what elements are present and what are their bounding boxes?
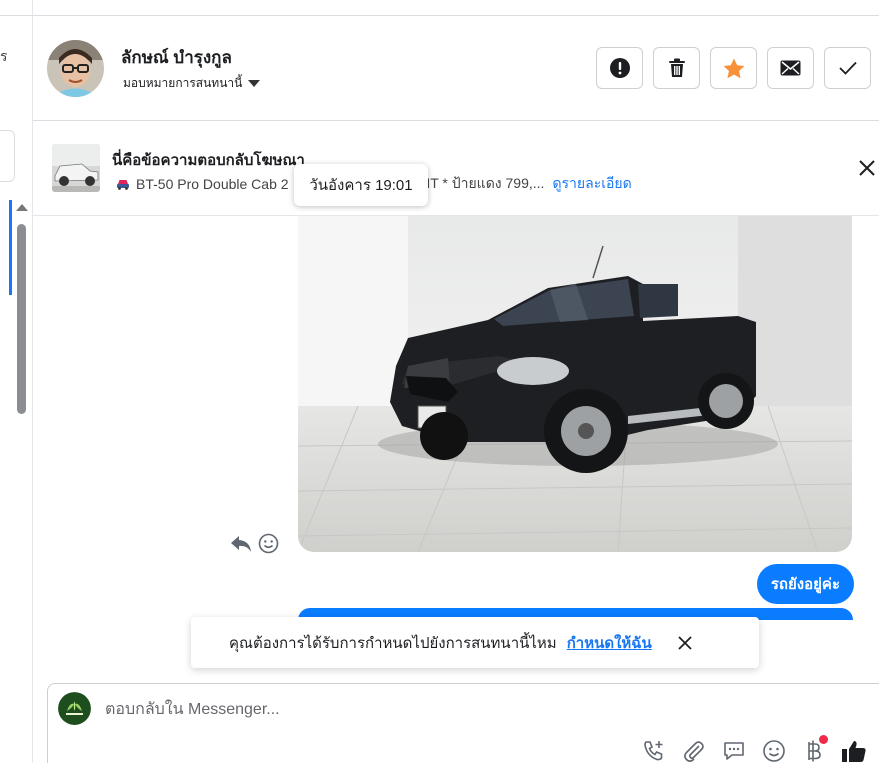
ad-product-name: BT-50 Pro Double Cab 2 (136, 176, 289, 192)
scrollbar-thumb[interactable] (17, 224, 26, 414)
smiley-react-icon[interactable] (258, 533, 279, 554)
ad-reply-title: นี่คือข้อความตอบกลับโฆษณา (112, 152, 305, 169)
phone-plus-icon (644, 741, 663, 761)
conversation-header: ลักษณ์ บำรุงกูล มอบหมายการสนทนานี้ (33, 16, 879, 121)
reply-icon[interactable] (230, 535, 252, 553)
assign-label: มอบหมายการสนทนานี้ (123, 76, 243, 90)
like-button[interactable] (841, 738, 867, 763)
contact-avatar[interactable] (47, 40, 104, 97)
car-icon (117, 180, 129, 190)
ad-thumbnail[interactable] (52, 144, 100, 192)
check-icon (838, 61, 857, 75)
spam-button[interactable] (596, 47, 643, 89)
call-button[interactable] (641, 738, 667, 763)
page-avatar (58, 692, 91, 725)
divider (0, 15, 33, 16)
scrollbar[interactable] (15, 204, 29, 434)
thumbs-up-icon (842, 741, 866, 762)
close-icon (859, 160, 875, 176)
exclamation-icon (609, 58, 630, 78)
caret-down-icon (248, 80, 261, 87)
envelope-icon (780, 60, 801, 76)
saved-replies-button[interactable] (721, 738, 747, 763)
chat-bubble-icon (724, 742, 744, 760)
mark-done-button[interactable] (824, 47, 871, 89)
assign-to-me-link[interactable]: กำหนดให้ฉัน (567, 631, 652, 655)
notification-dot (819, 735, 828, 744)
close-icon (678, 635, 692, 650)
truncated-text: ร (0, 48, 8, 64)
contact-name[interactable]: ลักษณ์ บำรุงกูล (121, 44, 232, 71)
header-actions (596, 47, 871, 89)
emoji-button[interactable] (761, 738, 787, 763)
smiley-icon (763, 740, 785, 762)
attach-button[interactable] (681, 738, 707, 763)
messenger-inbox-window: ร ลักษณ์ บำรุงกูล มอบหมายการสนทนานี้ นี่… (0, 0, 879, 763)
assign-prompt-text: คุณต้องการได้รับการกำหนดไปยังการสนทนานี้… (229, 634, 557, 652)
image-message[interactable] (298, 216, 852, 552)
ad-details-link[interactable]: ดูรายละเอียด (552, 173, 631, 195)
assign-prompt-toast: คุณต้องการได้รับการกำหนดไปยังการสนทนานี้… (191, 617, 759, 668)
conversation-list-item[interactable] (0, 130, 15, 182)
toast-close-button[interactable] (678, 635, 692, 650)
selected-indicator (9, 200, 12, 295)
paperclip-icon (684, 741, 704, 762)
reply-input[interactable] (105, 698, 605, 722)
conversation-panel: ลักษณ์ บำรุงกูล มอบหมายการสนทนานี้ นี่คื… (33, 0, 879, 763)
message-composer (47, 683, 879, 763)
star-button[interactable] (710, 47, 757, 89)
composer-toolbar (641, 735, 867, 763)
sent-message-bubble[interactable]: รถยังอยู่ค่ะ (756, 564, 854, 604)
conversation-list-edge: ร (0, 0, 33, 763)
mark-unread-button[interactable] (767, 47, 814, 89)
payment-button[interactable] (801, 735, 828, 763)
delete-button[interactable] (653, 47, 700, 89)
timestamp-tooltip: วันอังคาร 19:01 (294, 164, 428, 206)
ad-product-price: MT * ป้ายแดง 799,... (418, 175, 545, 191)
assign-conversation-dropdown[interactable]: มอบหมายการสนทนานี้ (123, 74, 261, 93)
scroll-up-arrow-icon[interactable] (16, 204, 28, 211)
star-icon (723, 58, 744, 78)
ad-reply-banner: นี่คือข้อความตอบกลับโฆษณา BT-50 Pro Doub… (33, 122, 879, 216)
close-ad-banner-button[interactable] (857, 157, 877, 179)
message-hover-tools (230, 533, 279, 554)
trash-icon (668, 58, 685, 77)
